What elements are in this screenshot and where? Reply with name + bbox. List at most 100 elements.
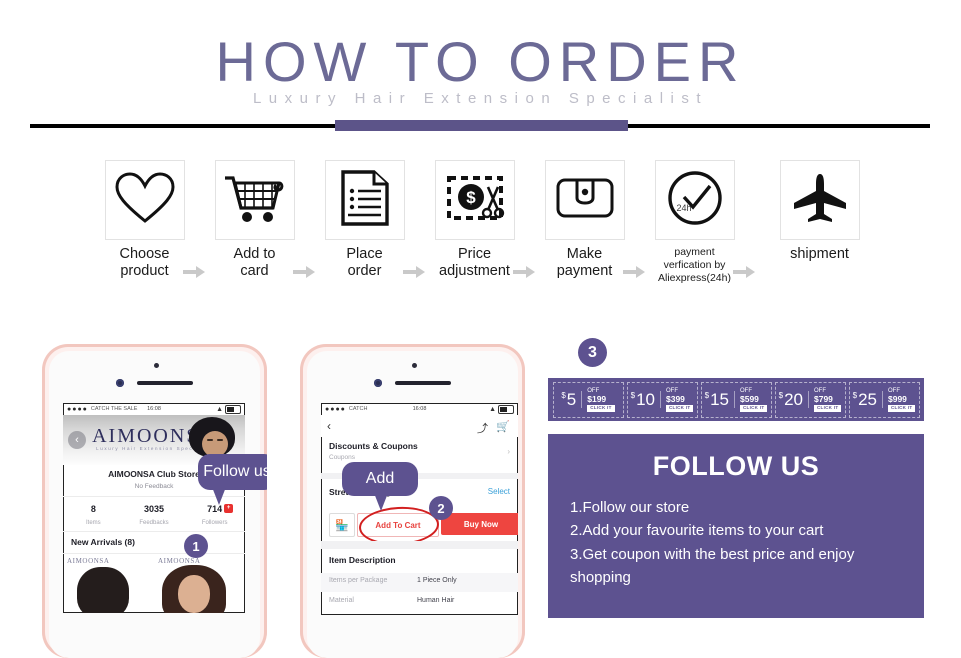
coupon-amount: $ 20 (779, 391, 809, 408)
coupon-click-button[interactable]: CLICK IT (665, 405, 694, 412)
callout-label: Follow us (203, 463, 267, 480)
spec-value: 1 Piece Only (417, 577, 457, 584)
coupon-click-button[interactable]: CLICK IT (887, 405, 916, 412)
coupon-bar: $ 5 OFF $199 CLICK IT $ 10 OFF $399 CLIC… (548, 378, 924, 421)
stat-value: 3035 (143, 504, 165, 514)
header-divider-purple (335, 120, 628, 131)
phone-sensor-icon (116, 379, 124, 387)
arrow-icon (293, 266, 315, 278)
callout-label: Add (365, 470, 395, 487)
coupon-click-button[interactable]: CLICK IT (587, 405, 615, 412)
product-card[interactable]: AIMOONSA (154, 555, 245, 613)
coupon-item[interactable]: $ 25 OFF $999 CLICK IT (848, 381, 920, 418)
phone-speaker (395, 381, 451, 385)
coupon-item[interactable]: $ 10 OFF $399 CLICK IT (626, 381, 698, 418)
arrow-icon (403, 266, 425, 278)
svg-text:$: $ (466, 188, 476, 207)
step-icon-box (104, 160, 185, 240)
share-icon[interactable]: ⤴ (477, 420, 488, 436)
stat-caption: Feedbacks (139, 520, 169, 526)
page-subtitle: Luxury Hair Extension Specialist (252, 90, 709, 107)
price-cut-icon: $ (444, 170, 506, 231)
wifi-icon: ▲ (216, 405, 223, 413)
step-label: Place order (346, 246, 383, 280)
coupon-min-spend: $799 (813, 393, 833, 404)
follow-plus-badge[interactable]: + (224, 504, 234, 513)
step-price-adjustment: $ Price adjustment (427, 160, 522, 280)
step-add-to-card: Add to card (207, 160, 302, 280)
stat-value: 714 (207, 504, 223, 514)
coupon-detail: OFF $399 CLICK IT (665, 388, 694, 412)
stat-items: 8 Items (63, 499, 124, 529)
watermark-label: AIMOONSA (158, 557, 201, 565)
currency-symbol: $ (561, 391, 566, 400)
coupon-item[interactable]: $ 15 OFF $599 CLICK IT (700, 381, 772, 418)
step-icon-box (214, 160, 295, 240)
step-label: Add to card (233, 246, 276, 280)
amount-value: 15 (710, 390, 729, 409)
arrow-icon (183, 266, 205, 278)
back-icon[interactable]: ‹ (68, 431, 86, 449)
spec-key: Items per Package (329, 577, 388, 584)
phone-mockup-store: ●●●● CATCH THE SALE 16:08 ▲ ‹ AIMOONSA L… (42, 344, 267, 658)
wifi-icon: ▲ (489, 405, 496, 413)
clock-24h-icon: 24h (666, 169, 724, 232)
step-number-badge-2: 2 (429, 496, 453, 520)
currency-symbol: $ (778, 391, 784, 400)
coupon-amount: $ 25 (853, 391, 883, 408)
phone-body: ●●●● CATCH 16:08 ▲ ‹ ⤴ 🛒 Discounts & Cou… (307, 351, 518, 658)
currency-symbol: $ (852, 391, 858, 400)
currency-symbol: $ (630, 391, 636, 400)
carrier-label: CATCH (348, 406, 368, 412)
coupon-amount: $ 5 (561, 391, 583, 408)
coupon-item[interactable]: $ 5 OFF $199 CLICK IT (552, 381, 624, 418)
step-icon-box: 24h (654, 160, 735, 240)
cart-icon[interactable]: 🛒 (496, 420, 510, 433)
spec-value: Human Hair (417, 597, 455, 604)
follow-us-steps: 1.Follow our store 2.Add your favourite … (548, 496, 924, 589)
document-icon (340, 169, 390, 232)
callout-tail (374, 493, 388, 511)
svg-text:24h: 24h (676, 203, 691, 213)
airplane-icon (791, 172, 849, 229)
heart-icon (114, 171, 176, 230)
coupon-click-button[interactable]: CLICK IT (813, 405, 842, 412)
coupon-min-spend: $599 (739, 393, 759, 404)
coupon-detail: OFF $599 CLICK IT (739, 388, 768, 412)
phone2-status-bar: ●●●● CATCH 16:08 ▲ (321, 403, 518, 415)
step-icon-box (779, 160, 860, 240)
coupon-off-label: OFF (887, 387, 900, 394)
signal-dots-icon: ●●●● (325, 405, 346, 413)
stat-value-wrap: 714 + (207, 504, 234, 514)
phone2-screen: ●●●● CATCH 16:08 ▲ ‹ ⤴ 🛒 Discounts & Cou… (321, 403, 518, 615)
item-description-heading: Item Description (329, 555, 396, 565)
step-label: payment verfication by Aliexpress(24h) (658, 246, 731, 285)
phone-camera-icon (154, 363, 159, 368)
follow-us-step: shopping (570, 568, 631, 586)
row-title: Discounts & Coupons (329, 441, 418, 451)
new-arrivals-heading: New Arrivals (8) (71, 537, 135, 547)
coupon-click-button[interactable]: CLICK IT (739, 405, 768, 412)
carrier-label: CATCH THE SALE (90, 406, 138, 412)
phone-sensor-icon (374, 379, 382, 387)
phone-body: ●●●● CATCH THE SALE 16:08 ▲ ‹ AIMOONSA L… (49, 351, 260, 658)
step-icon-box: $ (434, 160, 515, 240)
step-label: shipment (790, 246, 849, 262)
stat-caption: Items (86, 520, 101, 526)
step-icon-box (324, 160, 405, 240)
battery-icon (225, 404, 241, 414)
signal-dots-icon: ●●●● (67, 405, 88, 413)
stat-feedbacks: 3035 Feedbacks (124, 499, 185, 529)
coupon-off-label: OFF (813, 387, 826, 394)
stat-value: 8 (90, 504, 96, 514)
select-link[interactable]: Select (488, 487, 510, 496)
back-icon[interactable]: ‹ (327, 420, 331, 432)
step-choose-product: Choose product (97, 160, 192, 280)
row-subtitle: Coupons (329, 454, 356, 461)
coupon-item[interactable]: $ 20 OFF $799 CLICK IT (774, 381, 846, 418)
step-label: Price adjustment (439, 246, 510, 280)
buy-now-button[interactable]: Buy Now (441, 513, 518, 535)
product-card[interactable]: AIMOONSA (63, 555, 154, 613)
store-icon[interactable]: 🏪 (329, 513, 355, 537)
arrow-icon (513, 266, 535, 278)
